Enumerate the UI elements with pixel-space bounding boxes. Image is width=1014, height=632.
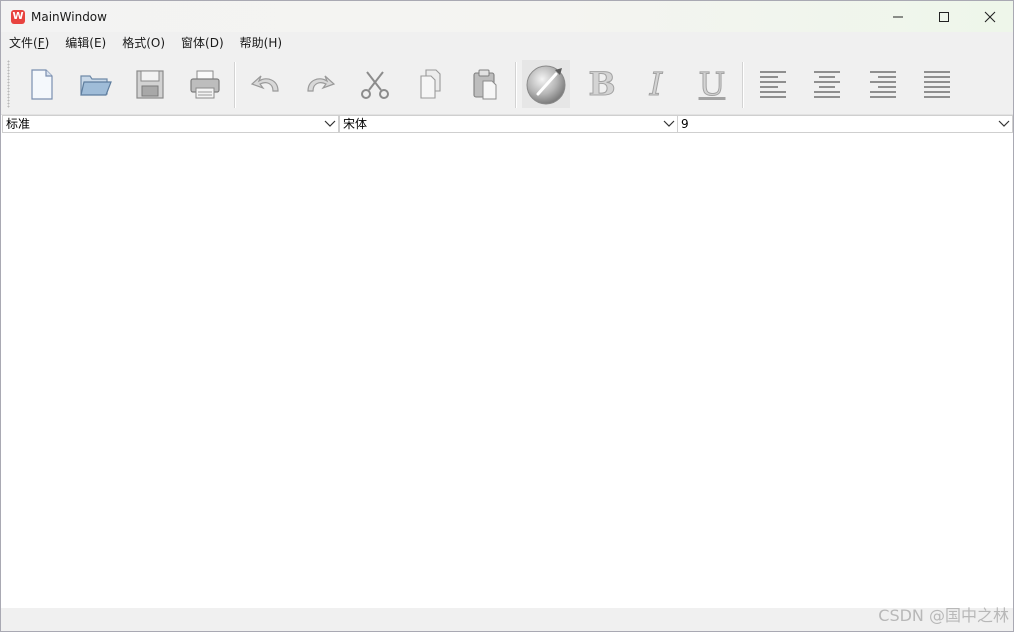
- wps-logo-icon: W: [11, 9, 25, 24]
- close-icon: [984, 11, 996, 22]
- toolbar-separator: [742, 62, 744, 108]
- brush-button[interactable]: [522, 60, 570, 108]
- menu-file-label: 文件(: [9, 36, 38, 50]
- menu-file-accel: F: [37, 36, 45, 50]
- bold-icon: B: [588, 65, 616, 104]
- undo-icon: [250, 75, 279, 92]
- font-combobox[interactable]: 宋体: [339, 115, 678, 133]
- copy-button[interactable]: [407, 60, 455, 108]
- font-size-combobox-value: 9: [681, 117, 689, 131]
- paste-button[interactable]: [461, 60, 509, 108]
- font-size-combobox[interactable]: 9: [677, 115, 1013, 133]
- redo-icon: [307, 75, 336, 92]
- minimize-button[interactable]: [875, 1, 921, 32]
- open-folder-icon: [80, 75, 112, 96]
- menu-file[interactable]: 文件(F): [1, 32, 57, 54]
- align-right-icon: [870, 71, 896, 98]
- print-icon: [190, 70, 220, 99]
- save-disk-icon: [136, 70, 164, 99]
- align-center-button[interactable]: [803, 60, 851, 108]
- main-window: W MainWindow 文件(F) 编辑(E) 格式(O) 窗体(D) 帮助(…: [0, 0, 1014, 632]
- mdi-document-area[interactable]: [1, 134, 1013, 608]
- watermark-text: CSDN @国中之林: [878, 606, 1009, 625]
- save-button[interactable]: [125, 60, 173, 108]
- style-combobox[interactable]: 标准: [2, 115, 339, 133]
- italic-button[interactable]: I: [632, 60, 680, 108]
- open-button[interactable]: [71, 60, 119, 108]
- underline-icon: U: [698, 65, 726, 104]
- title-bar[interactable]: W MainWindow: [1, 1, 1013, 32]
- brush-icon: [526, 65, 566, 105]
- format-combo-row: 标准 宋体 9: [1, 115, 1013, 134]
- menu-format[interactable]: 格式(O): [114, 32, 173, 54]
- style-combobox-value: 标准: [6, 117, 31, 131]
- undo-button[interactable]: [241, 60, 289, 108]
- chevron-down-icon: [324, 120, 336, 127]
- main-toolbar: B I U: [1, 54, 1013, 115]
- menu-help[interactable]: 帮助(H): [232, 32, 290, 54]
- align-right-button[interactable]: [859, 60, 907, 108]
- toolbar-grip[interactable]: [7, 60, 10, 108]
- align-left-icon: [760, 71, 786, 98]
- menu-help-label: 帮助(H): [239, 36, 283, 50]
- copy-icon: [420, 69, 441, 99]
- maximize-button[interactable]: [921, 1, 967, 32]
- chevron-down-icon: [663, 120, 675, 127]
- menu-bar: 文件(F) 编辑(E) 格式(O) 窗体(D) 帮助(H): [1, 32, 1013, 54]
- menu-file-tail: ): [44, 36, 50, 50]
- new-document-icon: [31, 69, 53, 100]
- redo-button[interactable]: [297, 60, 345, 108]
- menu-window-label: 窗体(D): [181, 36, 224, 50]
- menu-window[interactable]: 窗体(D): [173, 32, 232, 54]
- bold-button[interactable]: B: [578, 60, 626, 108]
- window-controls: [875, 1, 1013, 32]
- chevron-down-icon: [998, 120, 1010, 127]
- cut-button[interactable]: [351, 60, 399, 108]
- underline-button[interactable]: U: [688, 60, 736, 108]
- menu-edit[interactable]: 编辑(E): [57, 32, 114, 54]
- align-justify-icon: [924, 71, 950, 98]
- align-justify-button[interactable]: [913, 60, 961, 108]
- close-button[interactable]: [967, 1, 1013, 32]
- status-bar: [1, 608, 1013, 631]
- align-center-icon: [814, 71, 840, 98]
- cut-scissors-icon: [361, 71, 389, 99]
- maximize-icon: [939, 11, 949, 22]
- menu-edit-label: 编辑(E): [65, 36, 107, 50]
- window-title: MainWindow: [31, 9, 107, 24]
- paste-icon: [473, 69, 497, 100]
- toolbar-separator: [234, 62, 236, 108]
- minimize-icon: [893, 16, 903, 17]
- new-document-button[interactable]: [17, 60, 65, 108]
- align-left-button[interactable]: [749, 60, 797, 108]
- toolbar-separator: [515, 62, 517, 108]
- print-button[interactable]: [181, 60, 229, 108]
- menu-format-label: 格式(O): [122, 36, 166, 50]
- font-combobox-value: 宋体: [343, 117, 368, 131]
- italic-icon: I: [649, 65, 663, 104]
